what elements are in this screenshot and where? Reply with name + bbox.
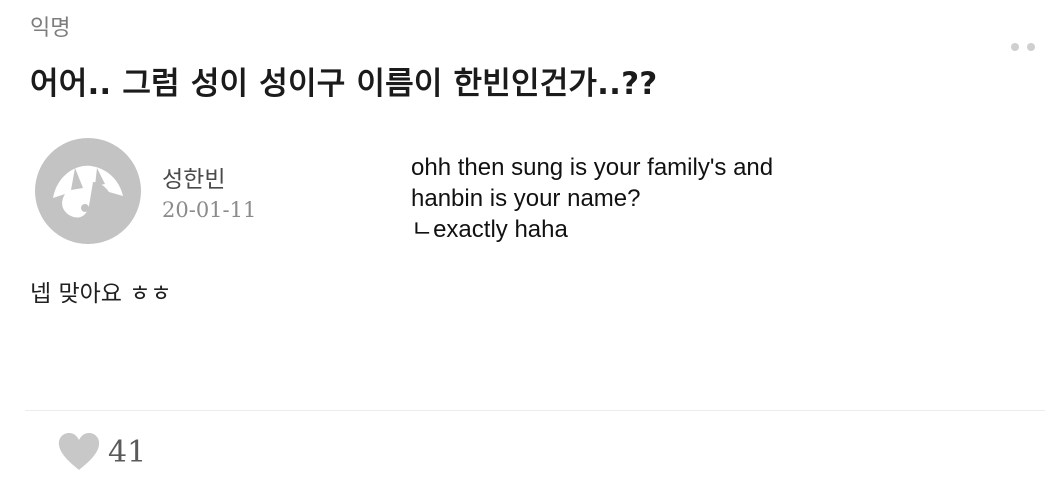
board-label: 익명 <box>30 16 71 41</box>
caption-line: hanbin is your name? <box>411 185 641 212</box>
more-dots-icon[interactable] <box>1011 40 1035 54</box>
post-body: 넵 맞아요 ㅎㅎ <box>30 281 172 307</box>
dot <box>1027 43 1035 51</box>
post-page: 익명 어어.. 그럼 성이 성이구 이름이 한빈인건가..?? 성한빈 20-0… <box>0 0 1045 489</box>
caption-line: ㄴexactly haha <box>411 216 568 243</box>
post-title: 어어.. 그럼 성이 성이구 이름이 한빈인건가..?? <box>30 66 658 102</box>
translation-caption: ohh then sung is your family's and hanbi… <box>411 152 773 245</box>
divider <box>25 410 1045 411</box>
like-button[interactable]: 41 <box>58 430 146 474</box>
like-count: 41 <box>108 434 147 470</box>
caption-line: ohh then sung is your family's and <box>411 154 774 181</box>
heart-icon <box>58 433 100 470</box>
post-date: 20-01-11 <box>162 198 257 222</box>
avatar-face-icon <box>53 165 123 218</box>
default-avatar-icon[interactable] <box>35 138 141 244</box>
author-name: 성한빈 <box>162 167 226 193</box>
dot <box>1011 43 1019 51</box>
